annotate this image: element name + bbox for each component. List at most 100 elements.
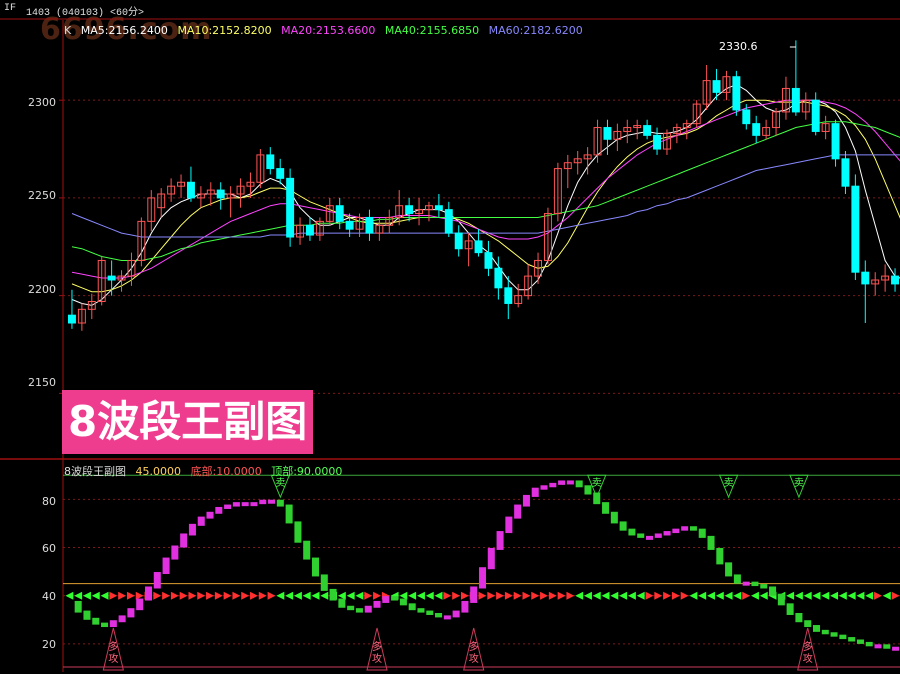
oscillator-bar (144, 586, 153, 601)
candle-body-down (345, 220, 354, 230)
candle (97, 256, 106, 306)
candle (801, 92, 810, 120)
candle (781, 76, 790, 120)
oscillator-bar (865, 641, 873, 647)
signal-arrow (135, 591, 144, 600)
signal-arrow (751, 591, 759, 600)
oscillator-bar (839, 634, 847, 640)
candle-body-down (732, 76, 741, 111)
signal-arrow (100, 591, 109, 600)
oscillator-bar (478, 567, 487, 589)
buy-marker-label: 多 (469, 640, 479, 653)
oscillator-bar (364, 605, 372, 613)
oscillator-bar (136, 598, 144, 611)
oscillator-bar (215, 506, 223, 514)
signal-arrow (715, 591, 724, 600)
signal-arrow (170, 591, 179, 600)
candle (643, 119, 652, 140)
signal-arrow (311, 591, 320, 600)
oscillator-bar (294, 521, 302, 543)
signal-arrow (663, 591, 672, 600)
oscillator-bar (619, 521, 627, 531)
candle (315, 217, 324, 241)
oscillator-bar (566, 480, 574, 485)
candle (682, 119, 691, 140)
candle-body-down (712, 80, 721, 93)
oscillator-bar (435, 612, 443, 618)
oscillator-bar (830, 632, 838, 637)
oscillator-bar (514, 504, 522, 519)
signal-arrow (241, 591, 250, 600)
y-tick-2300: 2300 (28, 96, 56, 109)
buy-marker: 多攻 (102, 627, 124, 671)
buy-marker: 多攻 (366, 627, 388, 671)
candle-body-down (454, 232, 463, 250)
price-chart[interactable]: 卖卖卖卖多攻多攻多攻多攻 (0, 0, 900, 674)
signal-arrow (566, 591, 575, 600)
oscillator-bar (83, 610, 91, 620)
oscillator-bar (408, 603, 416, 611)
sell-marker: 卖 (718, 474, 739, 499)
signal-arrow (214, 591, 223, 600)
candle (722, 70, 731, 101)
signal-arrow (443, 591, 452, 600)
signal-arrow (74, 591, 83, 600)
oscillator-bar (109, 620, 117, 628)
oscillator-bar (637, 533, 645, 538)
oscillator-bar (725, 562, 733, 577)
candle (236, 178, 245, 208)
oscillator-bar (391, 596, 399, 601)
signal-arrow (504, 591, 513, 600)
oscillator-bar (760, 584, 768, 589)
oscillator-bar (584, 485, 592, 495)
oscillator-bar (180, 533, 188, 548)
indicator-legend: 8波段王副图 45.0000 底部:10.0000 顶部:90.0000 (64, 463, 348, 479)
signal-arrow (619, 591, 628, 600)
candle-body-down (276, 168, 285, 179)
signal-arrow (759, 591, 768, 600)
signal-arrow (645, 591, 654, 600)
signal-arrow (355, 591, 364, 600)
oscillator-bar (540, 485, 548, 490)
oscillator-bar (426, 610, 434, 615)
signal-arrow (742, 591, 751, 600)
oscillator-bar (769, 586, 777, 596)
candle-body-down (216, 189, 225, 199)
oscillator-bar (188, 523, 196, 536)
oscillator-bar (821, 629, 829, 635)
signal-arrow (197, 591, 206, 600)
signal-arrow (408, 591, 417, 600)
candle (117, 270, 126, 292)
signal-arrow (460, 591, 469, 600)
signal-arrow (856, 591, 865, 600)
candle (266, 147, 275, 175)
oscillator-bar (171, 545, 179, 560)
oscillator-bar (355, 608, 363, 613)
candle (732, 70, 741, 116)
candle (881, 264, 890, 292)
buy-marker-label: 攻 (803, 652, 813, 665)
candle-body-down (107, 275, 116, 281)
signal-arrow (812, 591, 821, 600)
candle (871, 272, 880, 296)
candle-body-down (186, 181, 195, 199)
signal-arrow (891, 591, 900, 600)
signal-arrow (865, 591, 874, 600)
signal-arrow (118, 591, 127, 600)
signal-arrow (531, 591, 540, 600)
signal-arrow (698, 591, 707, 600)
candle (276, 158, 285, 185)
signal-arrow (179, 591, 188, 600)
candle (464, 233, 473, 267)
oscillator-bar (496, 531, 504, 550)
oscillator-bar (311, 557, 320, 577)
candle (444, 201, 453, 237)
candle (137, 217, 146, 267)
signal-arrow (302, 591, 311, 600)
signal-arrow (206, 591, 214, 600)
oscillator-bar (531, 487, 539, 497)
max-price-label: 2330.6 (719, 40, 758, 53)
signal-arrow (548, 591, 557, 600)
indicator-name: 8波段王副图 (64, 465, 126, 478)
oscillator-bar (285, 504, 293, 524)
